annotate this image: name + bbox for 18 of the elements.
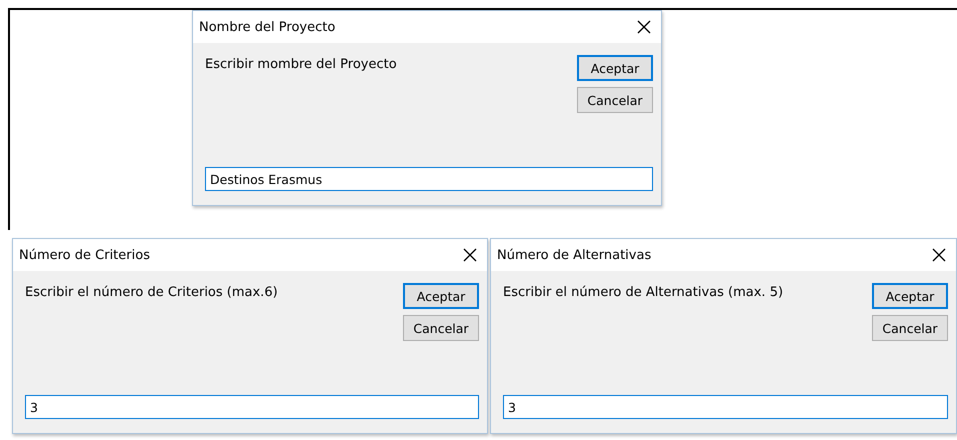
- dialog-button[interactable]: Cancelar: [872, 315, 948, 341]
- prompt-text: Escribir el número de Criterios (max.6): [25, 285, 279, 300]
- prompt-text: Escribir mombre del Proyecto: [205, 57, 398, 72]
- close-icon: [932, 248, 946, 262]
- dialog-button[interactable]: Cancelar: [403, 315, 479, 341]
- dialog-button[interactable]: Cancelar: [577, 87, 653, 113]
- window-title: Nombre del Proyecto: [199, 20, 336, 34]
- prompt-text: Escribir el número de Alternativas (max. 5): [503, 285, 784, 300]
- window-title: Número de Alternativas: [497, 248, 652, 262]
- input-field[interactable]: 3: [25, 395, 479, 419]
- dialog-button[interactable]: Aceptar: [872, 283, 948, 309]
- dialog-button[interactable]: Aceptar: [577, 55, 653, 81]
- dialog-button[interactable]: Aceptar: [403, 283, 479, 309]
- close-icon: [637, 20, 651, 34]
- input-field[interactable]: 3: [503, 395, 948, 419]
- close-icon: [463, 248, 477, 262]
- input-field[interactable]: Destinos Erasmus: [205, 167, 653, 191]
- window-title: Número de Criterios: [19, 248, 150, 262]
